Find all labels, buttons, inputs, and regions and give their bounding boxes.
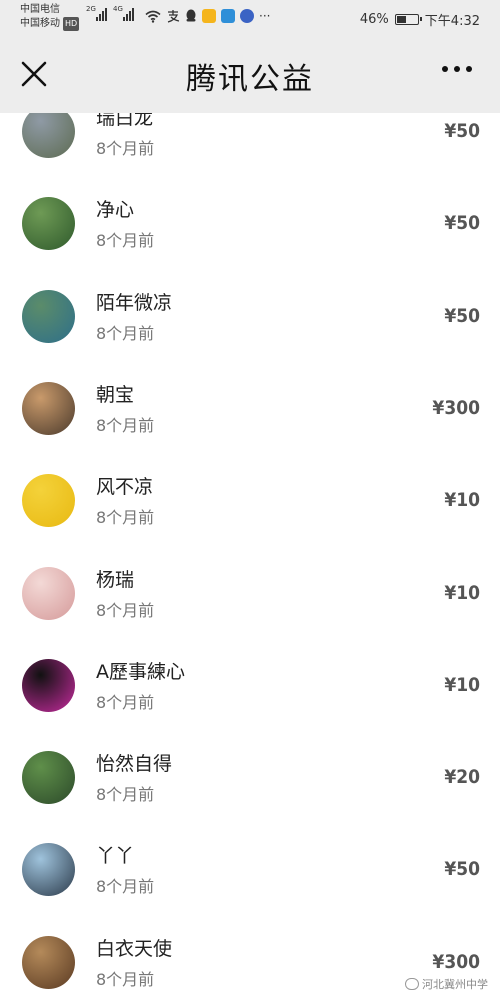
alipay-icon	[167, 10, 180, 23]
donation-time: 8个月前	[96, 508, 155, 528]
carrier-2: 中国移动	[20, 18, 60, 29]
avatar[interactable]	[22, 289, 75, 343]
donor-name: 陌年微凉	[96, 291, 173, 314]
donation-amount: ¥50	[444, 212, 480, 235]
donation-time: 8个月前	[96, 785, 155, 805]
list-item[interactable]: 丫丫 8个月前 ¥50	[0, 824, 500, 916]
donor-name: A歷事練心	[96, 660, 185, 683]
signal-2-icon: 4G	[113, 5, 134, 21]
donation-amount: ¥10	[444, 489, 480, 512]
avatar[interactable]	[22, 474, 75, 528]
wifi-icon	[145, 10, 161, 23]
donation-time: 8个月前	[96, 415, 155, 435]
signal-2-tag: 4G	[113, 5, 123, 13]
donation-amount: ¥50	[444, 120, 480, 142]
app-blue-icon	[221, 9, 235, 23]
list-item[interactable]: 净心 8个月前 ¥50	[0, 178, 500, 270]
donation-amount: ¥50	[444, 858, 480, 881]
avatar[interactable]	[22, 113, 75, 158]
donation-time: 8个月前	[96, 231, 155, 251]
donor-name: 白衣天使	[96, 937, 173, 960]
donor-name: 风不凉	[96, 476, 154, 499]
donation-time: 8个月前	[96, 969, 155, 989]
more-notifications-icon: ···	[259, 9, 271, 23]
donation-list: 瑞白龙 8个月前 ¥50 净心 8个月前 ¥50 陌年微凉 8个月前 ¥50 朝宝 8个月前 ¥300…	[0, 113, 500, 1000]
donation-amount: ¥300	[432, 396, 480, 419]
donation-time: 8个月前	[96, 139, 155, 158]
notification-icons: ···	[145, 9, 270, 23]
watermark-text: 河北冀州中学	[422, 978, 488, 991]
carrier-1: 中国电信	[20, 4, 60, 15]
donor-name: 怡然自得	[96, 753, 173, 776]
qq-icon	[186, 9, 196, 22]
page-title: 腾讯公益	[186, 62, 314, 97]
donor-name: 杨瑞	[96, 568, 135, 591]
donation-time: 8个月前	[96, 323, 155, 343]
donor-name: 朝宝	[96, 383, 135, 406]
battery-percent: 46%	[359, 12, 389, 27]
donation-time: 8个月前	[96, 600, 155, 620]
avatar[interactable]	[22, 381, 75, 435]
avatar[interactable]	[22, 843, 75, 897]
donation-time: 8个月前	[96, 877, 155, 897]
donation-amount: ¥20	[444, 766, 480, 789]
clock: 下午4:32	[424, 14, 480, 29]
list-item[interactable]: 陌年微凉 8个月前 ¥50	[0, 271, 500, 363]
nav-bar: 腾讯公益	[0, 36, 500, 113]
avatar[interactable]	[22, 566, 75, 620]
signal-indicators: 2G 4G	[86, 5, 134, 21]
avatar[interactable]	[22, 751, 75, 805]
wechat-logo-icon	[405, 978, 419, 990]
donation-time: 8个月前	[96, 692, 155, 712]
list-item[interactable]: 怡然自得 8个月前 ¥20	[0, 732, 500, 824]
avatar[interactable]	[22, 658, 75, 712]
hd-badge: HD	[63, 17, 80, 31]
status-bar: 中国电信 中国移动 HD 2G 4G ··· 46% 下午4:32	[0, 0, 500, 36]
watermark: 河北冀州中学	[405, 976, 488, 992]
donor-name: 丫丫	[96, 845, 135, 868]
donation-amount: ¥50	[444, 304, 480, 327]
battery-icon	[394, 14, 422, 25]
donation-amount: ¥10	[444, 673, 480, 696]
donation-amount: ¥300	[432, 950, 480, 973]
status-right: 46% 下午4:32	[360, 10, 480, 29]
list-item[interactable]: 瑞白龙 8个月前 ¥50	[0, 113, 500, 178]
avatar[interactable]	[22, 197, 75, 251]
avatar[interactable]	[22, 935, 75, 989]
signal-1-tag: 2G	[86, 5, 96, 13]
list-item[interactable]: 风不凉 8个月前 ¥10	[0, 455, 500, 547]
carrier-info: 中国电信 中国移动 HD	[20, 3, 80, 31]
donor-name: 净心	[96, 199, 135, 222]
app-yellow-icon	[202, 9, 216, 23]
donor-name: 瑞白龙	[96, 113, 154, 129]
list-item[interactable]: A歷事練心 8个月前 ¥10	[0, 640, 500, 732]
donation-amount: ¥10	[444, 581, 480, 604]
music-icon	[240, 9, 254, 23]
more-options-icon[interactable]	[442, 66, 472, 72]
list-item[interactable]: 杨瑞 8个月前 ¥10	[0, 548, 500, 640]
list-item[interactable]: 朝宝 8个月前 ¥300	[0, 363, 500, 455]
signal-1-icon: 2G	[86, 5, 107, 21]
